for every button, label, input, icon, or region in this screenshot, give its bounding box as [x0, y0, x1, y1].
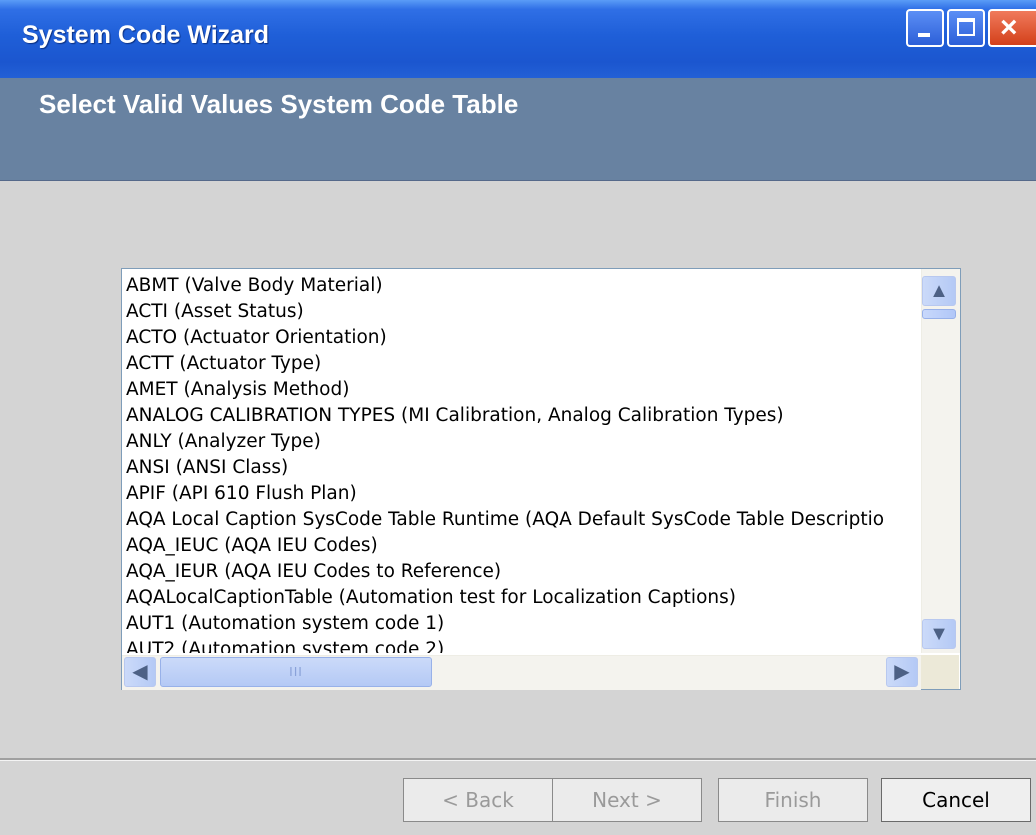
title-bar[interactable]: System Code Wizard × — [0, 0, 1036, 78]
maximize-icon — [957, 18, 975, 36]
close-button[interactable]: × — [988, 9, 1036, 47]
back-button[interactable]: < Back — [403, 778, 553, 822]
wizard-header: Select Valid Values System Code Table — [0, 78, 1036, 181]
vertical-scroll-thumb[interactable] — [922, 309, 956, 319]
system-code-table-list[interactable]: ABMT (Valve Body Material) ACTI (Asset St… — [121, 268, 961, 690]
list-items: ABMT (Valve Body Material) ACTI (Asset St… — [126, 273, 926, 653]
list-item[interactable]: ANSI (ANSI Class) — [126, 455, 926, 481]
list-item[interactable]: AQALocalCaptionTable (Automation test fo… — [126, 585, 926, 611]
cancel-button[interactable]: Cancel — [881, 778, 1031, 822]
minimize-icon — [918, 33, 930, 37]
close-icon: × — [1000, 11, 1018, 44]
next-button[interactable]: Next > — [552, 778, 702, 822]
list-item[interactable]: ACTT (Actuator Type) — [126, 351, 926, 377]
list-item[interactable]: ANLY (Analyzer Type) — [126, 429, 926, 455]
horizontal-scroll-thumb[interactable]: III — [160, 657, 432, 687]
list-item[interactable]: ACTI (Asset Status) — [126, 299, 926, 325]
list-item[interactable]: ANALOG CALIBRATION TYPES (MI Calibration… — [126, 403, 926, 429]
finish-button[interactable]: Finish — [718, 778, 868, 822]
chevron-left-icon: ◀ — [132, 661, 148, 683]
scroll-up-button[interactable]: ▲ — [922, 276, 956, 306]
list-item[interactable]: APIF (API 610 Flush Plan) — [126, 481, 926, 507]
window-title: System Code Wizard — [22, 21, 270, 49]
minimize-button[interactable] — [906, 9, 944, 47]
vertical-scrollbar[interactable] — [921, 269, 960, 653]
scroll-left-button[interactable]: ◀ — [124, 657, 156, 687]
scroll-down-button[interactable]: ▼ — [922, 619, 956, 649]
grip-icon: III — [289, 664, 303, 679]
list-item[interactable]: ACTO (Actuator Orientation) — [126, 325, 926, 351]
list-item[interactable]: AUT1 (Automation system code 1) — [126, 611, 926, 637]
page-title: Select Valid Values System Code Table — [39, 89, 519, 119]
list-item[interactable]: AQA Local Caption SysCode Table Runtime … — [126, 507, 926, 533]
list-item[interactable]: ABMT (Valve Body Material) — [126, 273, 926, 299]
chevron-down-icon: ▼ — [929, 623, 949, 645]
list-item[interactable]: AQA_IEUC (AQA IEU Codes) — [126, 533, 926, 559]
list-item[interactable]: AMET (Analysis Method) — [126, 377, 926, 403]
list-item[interactable]: AUT2 (Automation system code 2) — [126, 637, 926, 653]
maximize-button[interactable] — [947, 9, 985, 47]
scrollbar-corner — [921, 655, 959, 689]
scroll-right-button[interactable]: ▶ — [886, 657, 918, 687]
list-item[interactable]: AQA_IEUR (AQA IEU Codes to Reference) — [126, 559, 926, 585]
chevron-right-icon: ▶ — [894, 661, 910, 683]
chevron-up-icon: ▲ — [929, 280, 949, 302]
